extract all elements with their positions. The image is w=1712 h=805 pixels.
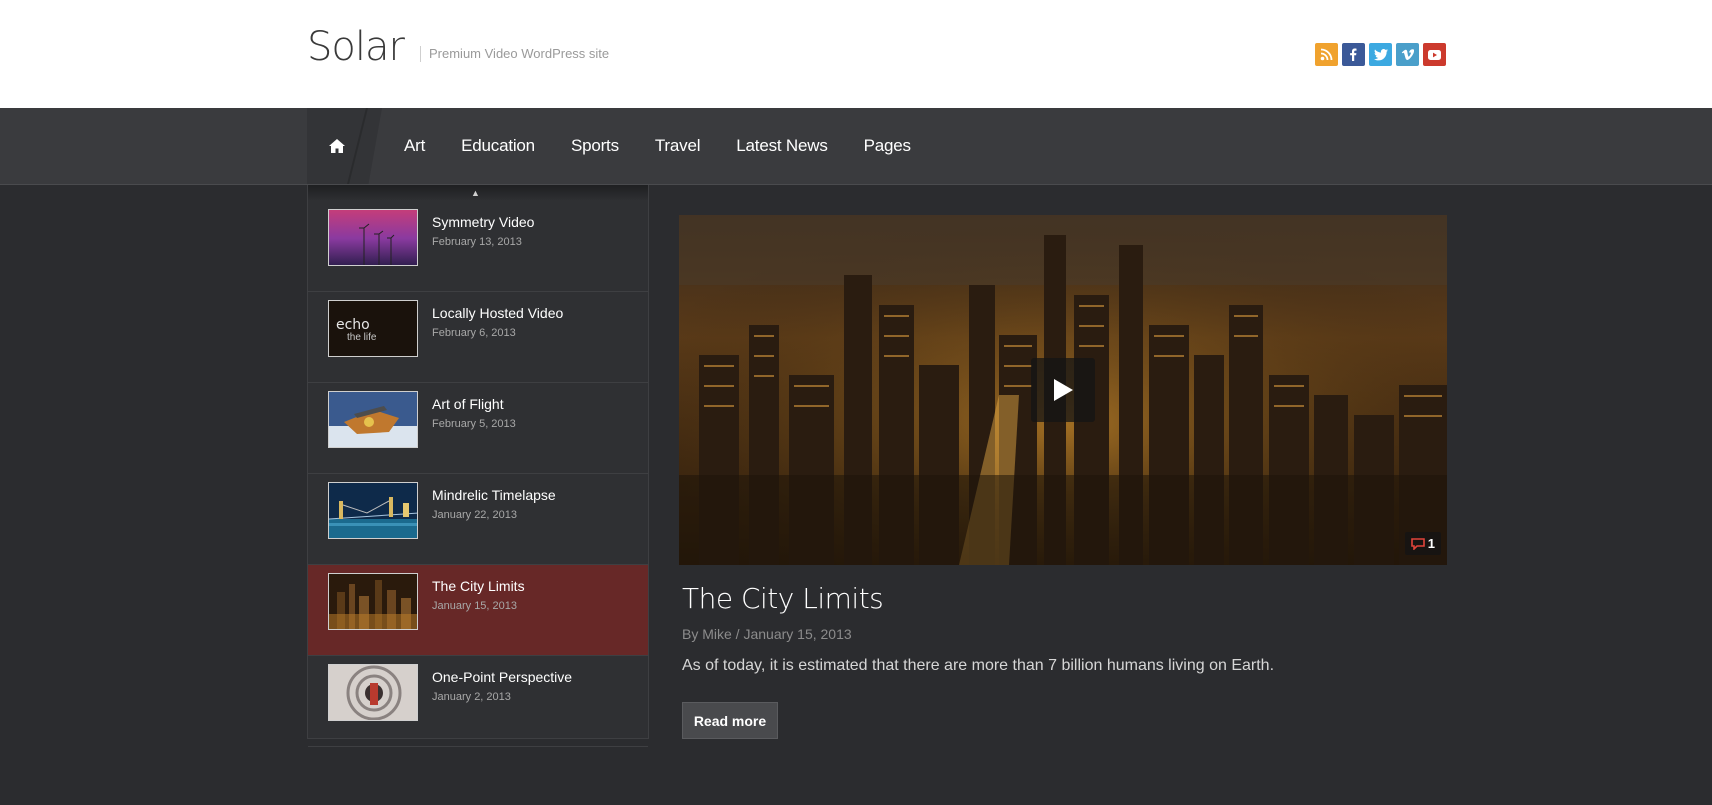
list-item[interactable]: Mindrelic Timelapse January 22, 2013: [308, 474, 648, 565]
video-thumbnail[interactable]: [328, 573, 418, 630]
video-date: January 15, 2013: [432, 600, 518, 612]
site-tagline: Premium Video WordPress site: [420, 46, 609, 62]
arrow-up-icon: ▲: [471, 188, 480, 198]
video-title[interactable]: Symmetry Video: [432, 214, 534, 230]
featured-video[interactable]: 1: [679, 215, 1447, 565]
video-date: January 2, 2013: [432, 691, 511, 703]
youtube-icon[interactable]: [1423, 43, 1446, 66]
site-header: Solar Premium Video WordPress site: [0, 0, 1712, 108]
video-date: February 5, 2013: [432, 418, 516, 430]
video-title[interactable]: Art of Flight: [432, 396, 504, 412]
list-item[interactable]: Art of Flight February 5, 2013: [308, 383, 648, 474]
video-thumbnail[interactable]: [328, 391, 418, 448]
nav-item-latest-news[interactable]: Latest News: [736, 136, 828, 156]
list-item[interactable]: Symmetry Video February 13, 2013: [308, 201, 648, 292]
video-date: January 22, 2013: [432, 509, 518, 521]
video-date: February 6, 2013: [432, 327, 516, 339]
video-title[interactable]: One-Point Perspective: [432, 669, 572, 685]
video-thumbnail[interactable]: [328, 664, 418, 721]
video-thumbnail[interactable]: echo the life: [328, 300, 418, 357]
rss-icon[interactable]: [1315, 43, 1338, 66]
comments-badge[interactable]: 1: [1404, 532, 1441, 555]
comment-count: 1: [1427, 536, 1435, 551]
nav-item-travel[interactable]: Travel: [655, 136, 701, 156]
list-item[interactable]: echo the life Locally Hosted Video Febru…: [308, 292, 648, 383]
video-title[interactable]: The City Limits: [432, 578, 525, 594]
nav-menu: Art Education Sports Travel Latest News …: [386, 108, 929, 184]
video-thumbnail[interactable]: [328, 482, 418, 539]
post-meta: By Mike / January 15, 2013: [682, 626, 852, 642]
video-title[interactable]: Mindrelic Timelapse: [432, 487, 556, 503]
nav-item-art[interactable]: Art: [404, 136, 425, 156]
vimeo-icon[interactable]: [1396, 43, 1419, 66]
main-nav: Art Education Sports Travel Latest News …: [0, 108, 1712, 185]
video-thumbnail[interactable]: [328, 209, 418, 266]
read-more-button[interactable]: Read more: [682, 702, 778, 739]
list-item-active[interactable]: The City Limits January 15, 2013: [308, 565, 648, 656]
site-logo[interactable]: Solar: [307, 24, 405, 70]
post-excerpt: As of today, it is estimated that there …: [682, 657, 1275, 674]
home-icon: [329, 139, 345, 153]
post-title[interactable]: The City Limits: [682, 582, 884, 615]
thumbnail-text: echo: [336, 317, 370, 333]
twitter-icon[interactable]: [1369, 43, 1392, 66]
nav-home-button[interactable]: [307, 108, 382, 184]
nav-item-pages[interactable]: Pages: [864, 136, 911, 156]
video-list: ▲ Symmetry Video February 13, 2013 echo …: [307, 185, 649, 747]
video-date: February 13, 2013: [432, 236, 522, 248]
social-links: [1315, 43, 1446, 66]
play-button[interactable]: [1031, 358, 1095, 422]
video-title[interactable]: Locally Hosted Video: [432, 305, 563, 321]
play-icon: [1054, 379, 1073, 401]
facebook-icon[interactable]: [1342, 43, 1365, 66]
thumbnail-subtext: the life: [347, 332, 377, 343]
list-item[interactable]: One-Point Perspective January 2, 2013: [308, 656, 648, 747]
nav-item-education[interactable]: Education: [461, 136, 535, 156]
scroll-up-button[interactable]: ▲: [308, 185, 648, 201]
nav-item-sports[interactable]: Sports: [571, 136, 619, 156]
comment-icon: [1410, 537, 1425, 550]
